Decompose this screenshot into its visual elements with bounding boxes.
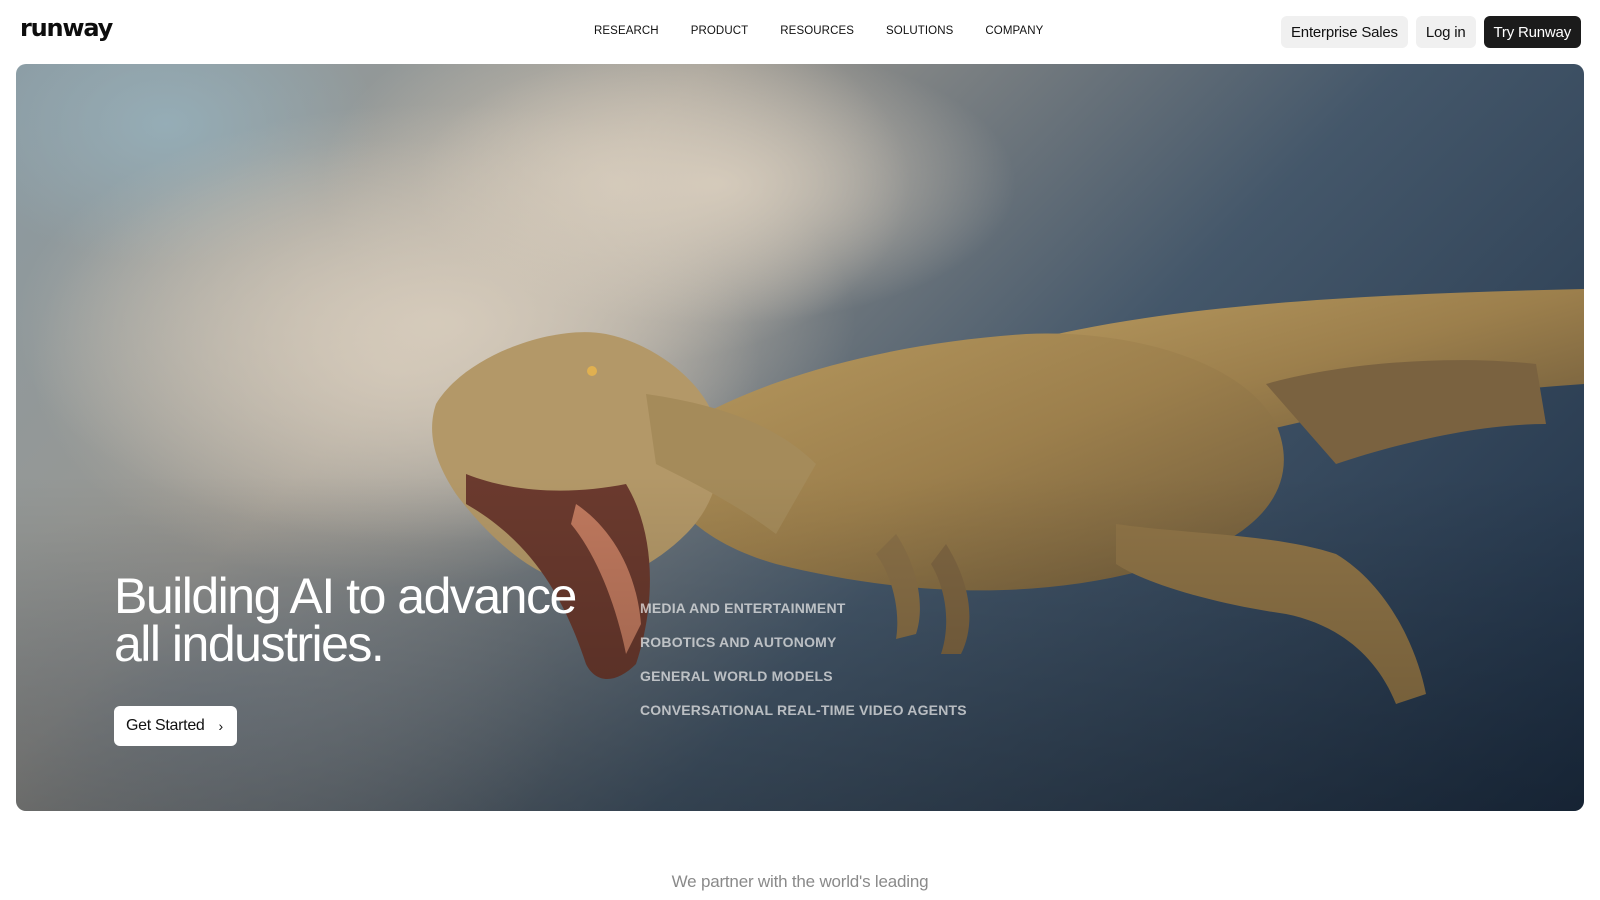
try-runway-button[interactable]: Try Runway (1483, 16, 1581, 48)
nav-item-company[interactable]: COMPANY (985, 25, 1043, 37)
hero-title-line2: all industries. (114, 616, 385, 672)
industries-list: MEDIA AND ENTERTAINMENT ROBOTICS AND AUT… (640, 600, 967, 736)
chevron-right-icon: › (218, 718, 224, 734)
get-started-button[interactable]: Get Started › (114, 706, 237, 746)
site-header: runway RESEARCH PRODUCT RESOURCES SOLUTI… (0, 0, 1600, 64)
hero-section: Building AI to advance all industries. G… (16, 64, 1584, 811)
industry-robotics-autonomy[interactable]: ROBOTICS AND AUTONOMY (640, 634, 967, 668)
hero-title: Building AI to advance all industries. (114, 571, 594, 669)
runway-logo[interactable]: runway (20, 14, 113, 42)
nav-item-solutions[interactable]: SOLUTIONS (886, 25, 953, 37)
main-nav: RESEARCH PRODUCT RESOURCES SOLUTIONS COM… (594, 25, 1075, 37)
nav-item-research[interactable]: RESEARCH (594, 25, 659, 37)
enterprise-sales-button[interactable]: Enterprise Sales (1281, 16, 1408, 48)
industry-general-world-models[interactable]: GENERAL WORLD MODELS (640, 668, 967, 702)
industry-media-entertainment[interactable]: MEDIA AND ENTERTAINMENT (640, 600, 967, 634)
industry-video-agents[interactable]: CONVERSATIONAL REAL-TIME VIDEO AGENTS (640, 702, 967, 736)
nav-item-product[interactable]: PRODUCT (691, 25, 749, 37)
get-started-label: Get Started (126, 717, 205, 734)
login-button[interactable]: Log in (1415, 16, 1476, 48)
partner-text: We partner with the world's leading (671, 872, 929, 891)
nav-item-resources[interactable]: RESOURCES (780, 25, 854, 37)
header-actions: Enterprise Sales Log in Try Runway (1281, 16, 1581, 48)
